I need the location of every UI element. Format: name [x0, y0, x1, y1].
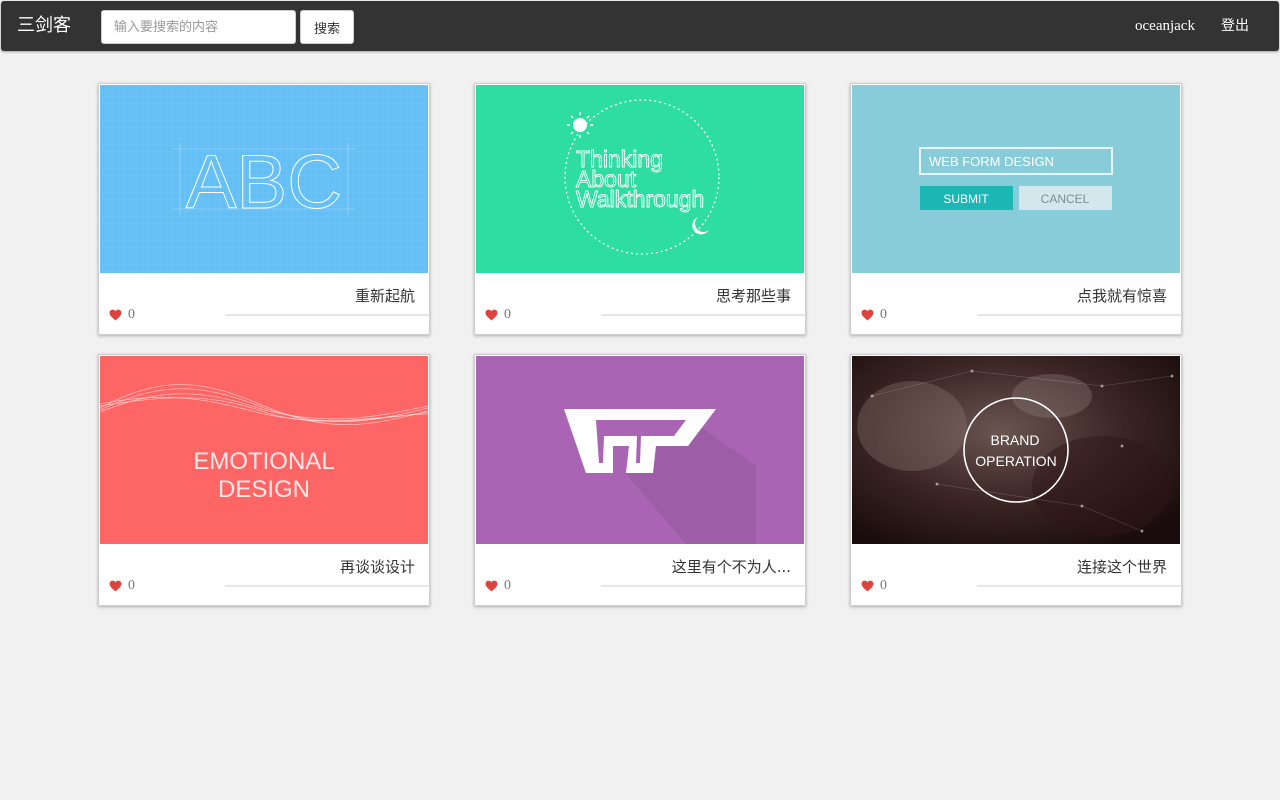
brand-logo[interactable]: 三剑客	[17, 14, 71, 38]
post-title[interactable]: 再谈谈设计	[340, 557, 415, 577]
thumbnail-text: CANCEL	[1041, 192, 1090, 206]
thumbnail-text: Walkthrough	[576, 186, 704, 212]
card-divider	[977, 314, 1181, 316]
like-button[interactable]: 0	[861, 307, 887, 323]
heart-icon	[109, 309, 122, 321]
card-divider	[225, 314, 429, 316]
username-link[interactable]: oceanjack	[1135, 16, 1195, 36]
thumbnail-text: OPERATION	[975, 453, 1056, 469]
top-navbar: 三剑客 搜索 oceanjack 登出	[1, 1, 1279, 51]
like-count: 0	[504, 578, 511, 593]
heart-icon	[485, 309, 498, 321]
post-thumbnail[interactable]	[476, 356, 804, 544]
post-thumbnail[interactable]: BRAND OPERATION	[852, 356, 1180, 544]
like-count: 0	[504, 307, 511, 322]
card-divider	[601, 314, 805, 316]
post-title[interactable]: 这里有个不为人...	[672, 557, 791, 577]
thumbnail-text: BRAND	[990, 432, 1039, 448]
heart-icon	[109, 580, 122, 592]
heart-icon	[861, 309, 874, 321]
thumbnail-text: ABC	[186, 140, 342, 225]
post-thumbnail[interactable]: ABC	[100, 85, 428, 273]
search-button[interactable]: 搜索	[300, 10, 354, 44]
like-button[interactable]: 0	[485, 578, 511, 594]
logout-link[interactable]: 登出	[1221, 16, 1249, 36]
thumbnail-text: DESIGN	[218, 476, 310, 503]
like-count: 0	[128, 307, 135, 322]
card-divider	[601, 585, 805, 587]
post-thumbnail[interactable]: Thinking About Walkthrough	[476, 85, 804, 273]
like-button[interactable]: 0	[485, 307, 511, 323]
like-button[interactable]: 0	[861, 578, 887, 594]
post-card[interactable]: ABC 重新起航 0	[98, 83, 430, 335]
post-card[interactable]: WEB FORM DESIGN SUBMIT CANCEL 点我就有惊喜 0	[850, 83, 1182, 335]
post-card[interactable]: 这里有个不为人... 0	[474, 354, 806, 606]
thumbnail-text: SUBMIT	[943, 192, 989, 206]
like-button[interactable]: 0	[109, 307, 135, 323]
card-divider	[225, 585, 429, 587]
post-thumbnail[interactable]: WEB FORM DESIGN SUBMIT CANCEL	[852, 85, 1180, 273]
thumbnail-text: WEB FORM DESIGN	[929, 154, 1054, 169]
post-thumbnail[interactable]: EMOTIONAL DESIGN	[100, 356, 428, 544]
like-count: 0	[128, 578, 135, 593]
card-divider	[977, 585, 1181, 587]
post-title[interactable]: 思考那些事	[716, 286, 791, 306]
post-title[interactable]: 连接这个世界	[1077, 557, 1167, 577]
post-card[interactable]: BRAND OPERATION 连接这个世界 0	[850, 354, 1182, 606]
heart-icon	[485, 580, 498, 592]
post-title[interactable]: 重新起航	[355, 286, 415, 306]
post-card[interactable]: EMOTIONAL DESIGN 再谈谈设计 0	[98, 354, 430, 606]
like-count: 0	[880, 578, 887, 593]
like-button[interactable]: 0	[109, 578, 135, 594]
thumbnail-text: EMOTIONAL	[193, 448, 334, 475]
like-count: 0	[880, 307, 887, 322]
post-title[interactable]: 点我就有惊喜	[1077, 286, 1167, 306]
post-card[interactable]: Thinking About Walkthrough 思考那些事 0	[474, 83, 806, 335]
search-input[interactable]	[101, 10, 296, 44]
heart-icon	[861, 580, 874, 592]
